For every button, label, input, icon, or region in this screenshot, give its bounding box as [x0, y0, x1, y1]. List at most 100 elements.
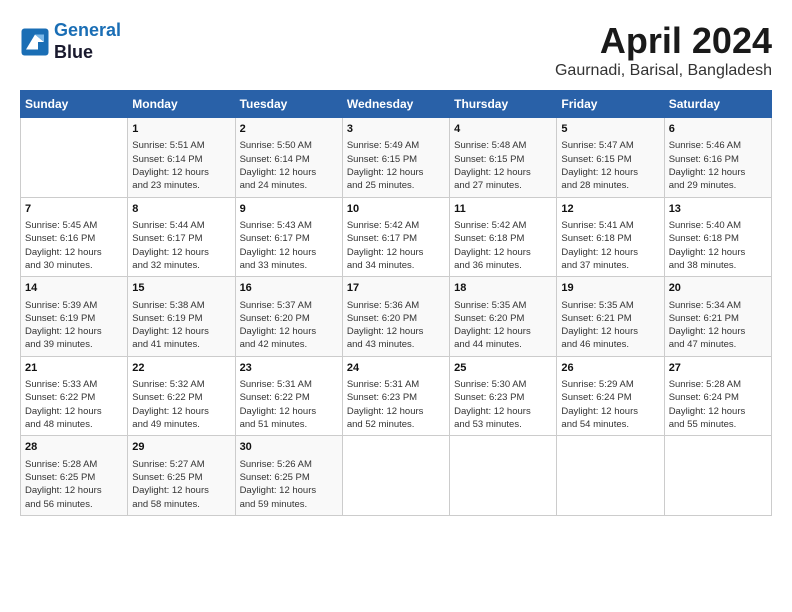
cell-info-line: and 27 minutes. — [454, 179, 552, 192]
calendar-cell: 19Sunrise: 5:35 AMSunset: 6:21 PMDayligh… — [557, 277, 664, 357]
header-monday: Monday — [128, 91, 235, 118]
calendar-cell — [557, 436, 664, 516]
title-block: April 2024 Gaurnadi, Barisal, Bangladesh — [555, 20, 772, 80]
calendar-cell: 29Sunrise: 5:27 AMSunset: 6:25 PMDayligh… — [128, 436, 235, 516]
cell-info-line: Sunrise: 5:48 AM — [454, 139, 552, 152]
calendar-cell: 7Sunrise: 5:45 AMSunset: 6:16 PMDaylight… — [21, 197, 128, 277]
cell-info-line: Daylight: 12 hours — [347, 166, 445, 179]
cell-info-line: Daylight: 12 hours — [25, 484, 123, 497]
cell-info-line: Daylight: 12 hours — [561, 246, 659, 259]
cell-info-line: Daylight: 12 hours — [25, 405, 123, 418]
cell-info-line: and 48 minutes. — [25, 418, 123, 431]
cell-info-line: Daylight: 12 hours — [240, 246, 338, 259]
cell-info-line: Sunrise: 5:47 AM — [561, 139, 659, 152]
day-number: 7 — [25, 202, 123, 217]
cell-info-line: and 41 minutes. — [132, 338, 230, 351]
cell-info-line: and 39 minutes. — [25, 338, 123, 351]
day-number: 1 — [132, 122, 230, 137]
cell-info-line: and 49 minutes. — [132, 418, 230, 431]
cell-info-line: Daylight: 12 hours — [25, 246, 123, 259]
cell-info-line: and 58 minutes. — [132, 498, 230, 511]
cell-info-line: Daylight: 12 hours — [561, 405, 659, 418]
cell-info-line: Sunrise: 5:31 AM — [240, 378, 338, 391]
day-number: 9 — [240, 202, 338, 217]
cell-info-line: and 33 minutes. — [240, 259, 338, 272]
cell-info-line: and 34 minutes. — [347, 259, 445, 272]
day-number: 5 — [561, 122, 659, 137]
cell-info-line: Sunrise: 5:46 AM — [669, 139, 767, 152]
cell-info-line: and 46 minutes. — [561, 338, 659, 351]
calendar-cell — [342, 436, 449, 516]
cell-info-line: Sunset: 6:20 PM — [454, 312, 552, 325]
cell-info-line: Sunset: 6:22 PM — [132, 391, 230, 404]
cell-info-line: Sunset: 6:17 PM — [132, 232, 230, 245]
calendar-cell: 20Sunrise: 5:34 AMSunset: 6:21 PMDayligh… — [664, 277, 771, 357]
calendar-cell — [450, 436, 557, 516]
cell-info-line: Sunrise: 5:32 AM — [132, 378, 230, 391]
calendar-cell: 28Sunrise: 5:28 AMSunset: 6:25 PMDayligh… — [21, 436, 128, 516]
cell-info-line: Sunset: 6:21 PM — [669, 312, 767, 325]
calendar-cell: 11 Sunrise: 5:42 AMSunset: 6:18 PMDayligh… — [450, 197, 557, 277]
cell-info-line: Daylight: 12 hours — [132, 325, 230, 338]
cell-info-line: Sunrise: 5:36 AM — [347, 299, 445, 312]
day-number: 14 — [25, 281, 123, 296]
cell-info-line: Daylight: 12 hours — [454, 405, 552, 418]
cell-info-line: and 55 minutes. — [669, 418, 767, 431]
calendar-cell: 17Sunrise: 5:36 AMSunset: 6:20 PMDayligh… — [342, 277, 449, 357]
cell-info-line: and 42 minutes. — [240, 338, 338, 351]
calendar-cell: 23Sunrise: 5:31 AMSunset: 6:22 PMDayligh… — [235, 356, 342, 436]
cell-info-line: Daylight: 12 hours — [240, 405, 338, 418]
cell-info-line: Daylight: 12 hours — [669, 405, 767, 418]
cell-info-line: Daylight: 12 hours — [347, 325, 445, 338]
cell-info-line: Sunset: 6:22 PM — [25, 391, 123, 404]
cell-info-line: Sunrise: 5:39 AM — [25, 299, 123, 312]
calendar-cell: 30Sunrise: 5:26 AMSunset: 6:25 PMDayligh… — [235, 436, 342, 516]
calendar-week-row: 7Sunrise: 5:45 AMSunset: 6:16 PMDaylight… — [21, 197, 772, 277]
logo-blue: Blue — [54, 42, 121, 64]
cell-info-line: Daylight: 12 hours — [454, 246, 552, 259]
day-number: 8 — [132, 202, 230, 217]
cell-info-line: Sunrise: 5:38 AM — [132, 299, 230, 312]
cell-info-line: Sunset: 6:22 PM — [240, 391, 338, 404]
calendar-cell: 9Sunrise: 5:43 AMSunset: 6:17 PMDaylight… — [235, 197, 342, 277]
day-number: 15 — [132, 281, 230, 296]
cell-info-line: Sunrise: 5:40 AM — [669, 219, 767, 232]
cell-info-line: Sunset: 6:25 PM — [132, 471, 230, 484]
cell-info-line: Sunrise: 5:49 AM — [347, 139, 445, 152]
logo: General Blue — [20, 20, 121, 63]
cell-info-line: Sunrise: 5:35 AM — [454, 299, 552, 312]
day-number: 11 — [454, 202, 552, 217]
calendar-table: SundayMondayTuesdayWednesdayThursdayFrid… — [20, 90, 772, 516]
cell-info-line: Sunrise: 5:51 AM — [132, 139, 230, 152]
cell-info-line: and 24 minutes. — [240, 179, 338, 192]
calendar-cell: 24Sunrise: 5:31 AMSunset: 6:23 PMDayligh… — [342, 356, 449, 436]
calendar-cell — [664, 436, 771, 516]
calendar-cell: 27Sunrise: 5:28 AMSunset: 6:24 PMDayligh… — [664, 356, 771, 436]
calendar-cell: 8Sunrise: 5:44 AMSunset: 6:17 PMDaylight… — [128, 197, 235, 277]
day-number: 26 — [561, 361, 659, 376]
cell-info-line: Daylight: 12 hours — [132, 246, 230, 259]
day-number: 30 — [240, 440, 338, 455]
cell-info-line: and 54 minutes. — [561, 418, 659, 431]
cell-info-line: Sunrise: 5:42 AM — [454, 219, 552, 232]
cell-info-line: Sunrise: 5:29 AM — [561, 378, 659, 391]
cell-info-line: Daylight: 12 hours — [25, 325, 123, 338]
cell-info-line: Sunset: 6:18 PM — [454, 232, 552, 245]
calendar-week-row: 21Sunrise: 5:33 AMSunset: 6:22 PMDayligh… — [21, 356, 772, 436]
cell-info-line: Daylight: 12 hours — [454, 325, 552, 338]
cell-info-line: and 28 minutes. — [561, 179, 659, 192]
cell-info-line: Daylight: 12 hours — [132, 405, 230, 418]
day-number: 12 — [561, 202, 659, 217]
day-number: 28 — [25, 440, 123, 455]
month-year-title: April 2024 — [555, 20, 772, 62]
cell-info-line: and 37 minutes. — [561, 259, 659, 272]
day-number: 4 — [454, 122, 552, 137]
calendar-week-row: 1Sunrise: 5:51 AMSunset: 6:14 PMDaylight… — [21, 118, 772, 198]
cell-info-line: Daylight: 12 hours — [561, 166, 659, 179]
cell-info-line: Sunrise: 5:30 AM — [454, 378, 552, 391]
cell-info-line: and 30 minutes. — [25, 259, 123, 272]
cell-info-line: Daylight: 12 hours — [240, 325, 338, 338]
cell-info-line: Sunrise: 5:28 AM — [669, 378, 767, 391]
cell-info-line: Sunrise: 5:43 AM — [240, 219, 338, 232]
calendar-cell: 6Sunrise: 5:46 AMSunset: 6:16 PMDaylight… — [664, 118, 771, 198]
